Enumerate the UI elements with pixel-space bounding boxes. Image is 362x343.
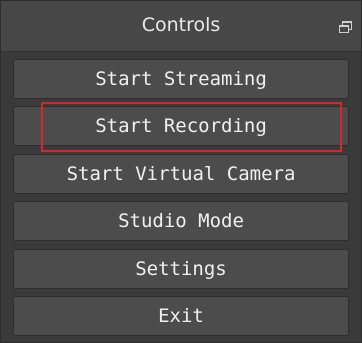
undock-window-icon[interactable] [339,21,352,33]
start-virtual-camera-button[interactable]: Start Virtual Camera [13,154,349,194]
controls-dock: Controls Start Streaming Start Recording… [0,0,362,343]
exit-button[interactable]: Exit [13,296,349,336]
settings-button[interactable]: Settings [13,249,349,289]
studio-mode-button[interactable]: Studio Mode [13,201,349,241]
dock-title: Controls [141,14,221,36]
start-recording-button[interactable]: Start Recording [13,106,349,146]
dock-titlebar: Controls [1,1,361,52]
start-streaming-button[interactable]: Start Streaming [13,59,349,99]
